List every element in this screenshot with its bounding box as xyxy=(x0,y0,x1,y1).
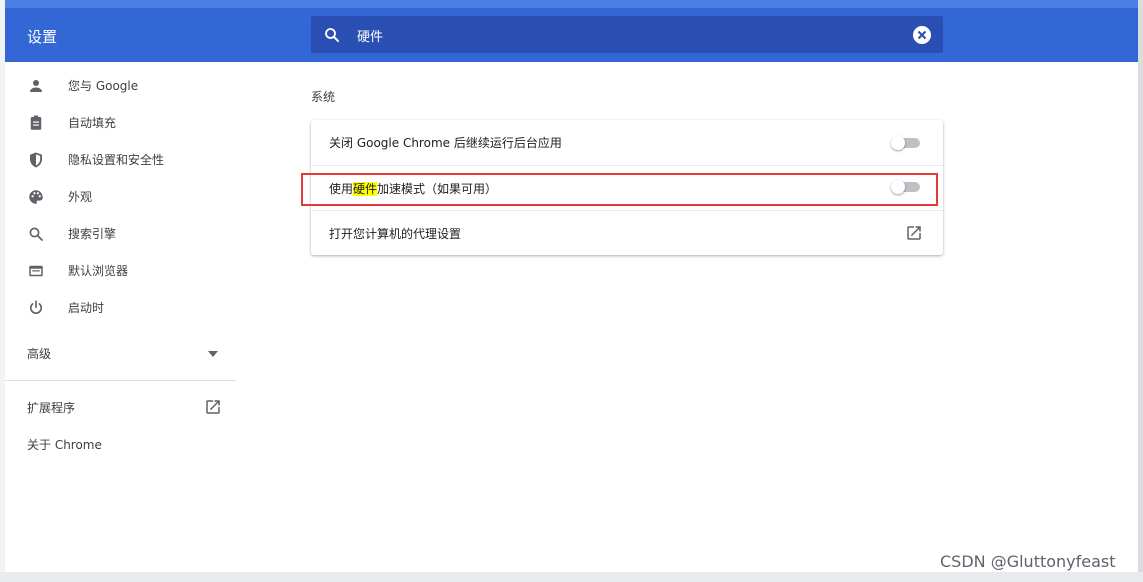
close-icon xyxy=(917,30,927,40)
setting-row-background-apps[interactable]: 关闭 Google Chrome 后继续运行后台应用 xyxy=(311,120,943,164)
shield-icon xyxy=(30,152,42,168)
window-bottom-edge xyxy=(0,572,1143,582)
setting-row-proxy[interactable]: 打开您计算机的代理设置 xyxy=(311,211,943,255)
sidebar-item-autofill[interactable]: 自动填充 xyxy=(5,104,237,141)
sidebar-item-you-and-google[interactable]: 您与 Google xyxy=(5,67,237,104)
search-icon xyxy=(325,28,339,42)
sidebar-item-privacy[interactable]: 隐私设置和安全性 xyxy=(5,141,237,178)
sidebar-item-label: 隐私设置和安全性 xyxy=(68,153,165,167)
sidebar: 您与 Google 自动填充 隐私设置和安全性 外观 搜索引擎 默认浏览器 启动… xyxy=(5,62,237,572)
search-highlight: 硬件 xyxy=(353,182,378,196)
sidebar-item-label: 外观 xyxy=(68,190,93,204)
sidebar-item-label: 关于 Chrome xyxy=(27,438,102,452)
background-apps-toggle[interactable] xyxy=(891,136,923,150)
sidebar-item-label: 您与 Google xyxy=(68,79,139,93)
setting-label: 关闭 Google Chrome 后继续运行后台应用 xyxy=(329,136,562,150)
palette-icon xyxy=(29,190,43,204)
sidebar-item-on-startup[interactable]: 启动时 xyxy=(5,289,237,326)
header-bar: 设置 xyxy=(5,0,1138,62)
external-link-icon[interactable] xyxy=(905,224,923,242)
person-icon xyxy=(30,80,42,92)
clear-search-button[interactable] xyxy=(913,26,931,44)
external-link-icon xyxy=(206,400,220,414)
advanced-label: 高级 xyxy=(27,347,52,361)
toggle-knob xyxy=(891,180,905,194)
clipboard-icon xyxy=(30,115,42,130)
setting-label: 使用硬件加速模式（如果可用） xyxy=(329,180,497,197)
power-icon xyxy=(30,300,42,314)
advanced-toggle[interactable]: 高级 xyxy=(5,342,237,364)
label-suffix: 加速模式（如果可用） xyxy=(377,182,498,196)
settings-window: 设置 您与 Google xyxy=(5,0,1138,572)
page-title: 设置 xyxy=(27,28,58,46)
sidebar-item-label: 搜索引擎 xyxy=(68,227,117,241)
sidebar-item-search-engine[interactable]: 搜索引擎 xyxy=(5,215,237,252)
watermark: CSDN @Gluttonyfeast xyxy=(940,552,1116,571)
sidebar-divider xyxy=(5,380,236,381)
system-settings-card: 关闭 Google Chrome 后继续运行后台应用 使用硬件加速模式（如果可用… xyxy=(311,120,943,255)
setting-row-hardware-acceleration[interactable]: 使用硬件加速模式（如果可用） xyxy=(311,166,943,210)
sidebar-item-extensions[interactable]: 扩展程序 xyxy=(5,396,237,418)
sidebar-item-label: 默认浏览器 xyxy=(68,264,129,278)
section-title-system: 系统 xyxy=(311,90,336,104)
sidebar-item-about-chrome[interactable]: 关于 Chrome xyxy=(5,433,237,455)
search-box[interactable] xyxy=(311,16,943,53)
sidebar-item-label: 扩展程序 xyxy=(27,401,76,415)
sidebar-item-default-browser[interactable]: 默认浏览器 xyxy=(5,252,237,289)
sidebar-item-label: 启动时 xyxy=(68,301,105,315)
label-prefix: 使用 xyxy=(329,182,354,196)
search-icon xyxy=(29,227,43,241)
setting-label: 打开您计算机的代理设置 xyxy=(329,227,462,241)
sidebar-item-label: 自动填充 xyxy=(68,116,117,130)
window-edge xyxy=(1138,0,1143,582)
chevron-down-icon xyxy=(208,351,218,357)
hardware-acceleration-toggle[interactable] xyxy=(891,180,923,194)
search-input[interactable] xyxy=(355,24,899,46)
sidebar-item-appearance[interactable]: 外观 xyxy=(5,178,237,215)
browser-icon xyxy=(29,265,43,277)
toggle-knob xyxy=(891,136,905,150)
